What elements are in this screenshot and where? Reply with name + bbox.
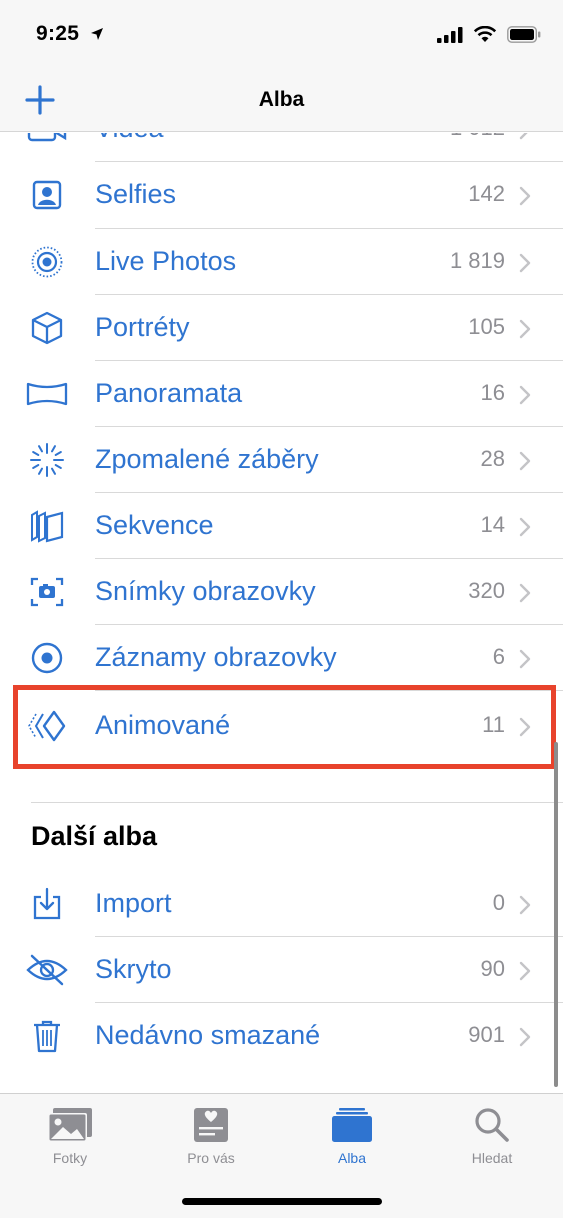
panorama-icon (26, 376, 68, 412)
album-count: 14 (480, 512, 505, 537)
album-count: 6 (492, 644, 505, 669)
import-icon (26, 886, 68, 922)
album-row-selfies[interactable]: Selfies 142 (0, 162, 563, 228)
chevron-right-icon (519, 385, 531, 405)
albums-tab-icon (302, 1104, 402, 1146)
album-row-panoramas[interactable]: Panoramata 16 (0, 361, 563, 427)
chevron-right-icon (519, 319, 531, 339)
cellular-signal-icon (437, 26, 463, 43)
album-count: 320 (468, 578, 505, 603)
album-count: 90 (480, 956, 505, 981)
tab-label: Hledat (471, 1150, 513, 1166)
album-count: 105 (468, 314, 505, 339)
album-row-slow-motion[interactable]: Zpomalené záběry 28 (0, 427, 563, 493)
album-count: 901 (468, 1022, 505, 1047)
album-count: 1 012 (450, 133, 505, 141)
tab-photos[interactable]: Fotky (20, 1104, 120, 1166)
album-label: Záznamy obrazovky (95, 642, 337, 672)
album-row-import[interactable]: Import 0 (0, 871, 563, 937)
tab-label: Alba (337, 1150, 367, 1166)
home-indicator (182, 1198, 382, 1205)
album-row-hidden[interactable]: Skryto 90 (0, 937, 563, 1003)
album-count: 16 (480, 380, 505, 405)
tab-for-you[interactable]: Pro vás (161, 1104, 261, 1166)
live-photo-icon (26, 244, 68, 280)
page-title: Alba (258, 88, 305, 111)
slow-motion-icon (26, 442, 68, 478)
album-label: Nedávno smazané (95, 1020, 321, 1050)
album-count: 28 (480, 446, 505, 471)
album-count: 1 819 (449, 248, 505, 273)
screen-recording-icon (26, 640, 68, 676)
album-label: Selfies (95, 179, 177, 209)
tab-label: Pro vás (187, 1150, 235, 1166)
album-count: 0 (492, 890, 505, 915)
trash-icon (26, 1018, 68, 1054)
tab-label: Fotky (52, 1150, 88, 1166)
chevron-right-icon (519, 451, 531, 471)
album-row-live-photos[interactable]: Live Photos 1 819 (0, 229, 563, 295)
search-tab-icon (442, 1104, 542, 1146)
wifi-icon (473, 26, 497, 42)
scroll-indicator (554, 742, 558, 1087)
for-you-tab-icon (161, 1104, 261, 1146)
album-label: Sekvence (95, 510, 214, 540)
status-bar: 9:25 (0, 0, 563, 70)
album-row-portraits[interactable]: Portréty 105 (0, 295, 563, 361)
chevron-right-icon (519, 253, 531, 273)
album-label: Import (95, 888, 172, 918)
tab-search[interactable]: Hledat (442, 1104, 542, 1166)
status-time: 9:25 (36, 22, 80, 45)
album-label: Live Photos (95, 246, 237, 276)
chevron-right-icon (519, 186, 531, 206)
album-label: Zpomalené záběry (95, 444, 319, 474)
albums-list[interactable]: Videa 1 012 Selfies 142 Live Photos 1 81… (0, 133, 563, 1093)
video-icon (26, 133, 68, 147)
screenshot-icon (26, 574, 68, 610)
chevron-right-icon (519, 583, 531, 603)
battery-icon (507, 26, 541, 43)
album-label: Portréty (95, 312, 190, 342)
photos-tab-icon (20, 1104, 120, 1146)
chevron-right-icon (519, 517, 531, 537)
selfie-icon (26, 177, 68, 213)
portrait-cube-icon (26, 310, 68, 346)
album-row-screen-recordings[interactable]: Záznamy obrazovky 6 (0, 625, 563, 691)
burst-icon (26, 508, 68, 544)
album-label: Videa (95, 133, 164, 144)
tab-albums[interactable]: Alba (302, 1104, 402, 1166)
album-row-recently-deleted[interactable]: Nedávno smazané 901 (0, 1003, 563, 1069)
album-count: 142 (468, 181, 505, 206)
navigation-bar: Alba (0, 70, 563, 132)
album-label: Panoramata (95, 378, 243, 408)
location-arrow-icon (91, 28, 103, 40)
highlight-box (13, 685, 556, 769)
album-label: Skryto (95, 954, 172, 984)
chevron-right-icon (519, 133, 528, 140)
chevron-right-icon (519, 895, 531, 915)
album-row-videa[interactable]: Videa 1 012 (0, 133, 563, 162)
chevron-right-icon (519, 649, 531, 669)
hidden-eye-icon (26, 952, 68, 988)
album-label: Snímky obrazovky (95, 576, 316, 606)
status-icons (437, 26, 541, 43)
album-row-bursts[interactable]: Sekvence 14 (0, 493, 563, 559)
section-title-other-albums: Další alba (31, 821, 158, 851)
chevron-right-icon (519, 1027, 531, 1047)
chevron-right-icon (519, 961, 531, 981)
album-row-screenshots[interactable]: Snímky obrazovky 320 (0, 559, 563, 625)
